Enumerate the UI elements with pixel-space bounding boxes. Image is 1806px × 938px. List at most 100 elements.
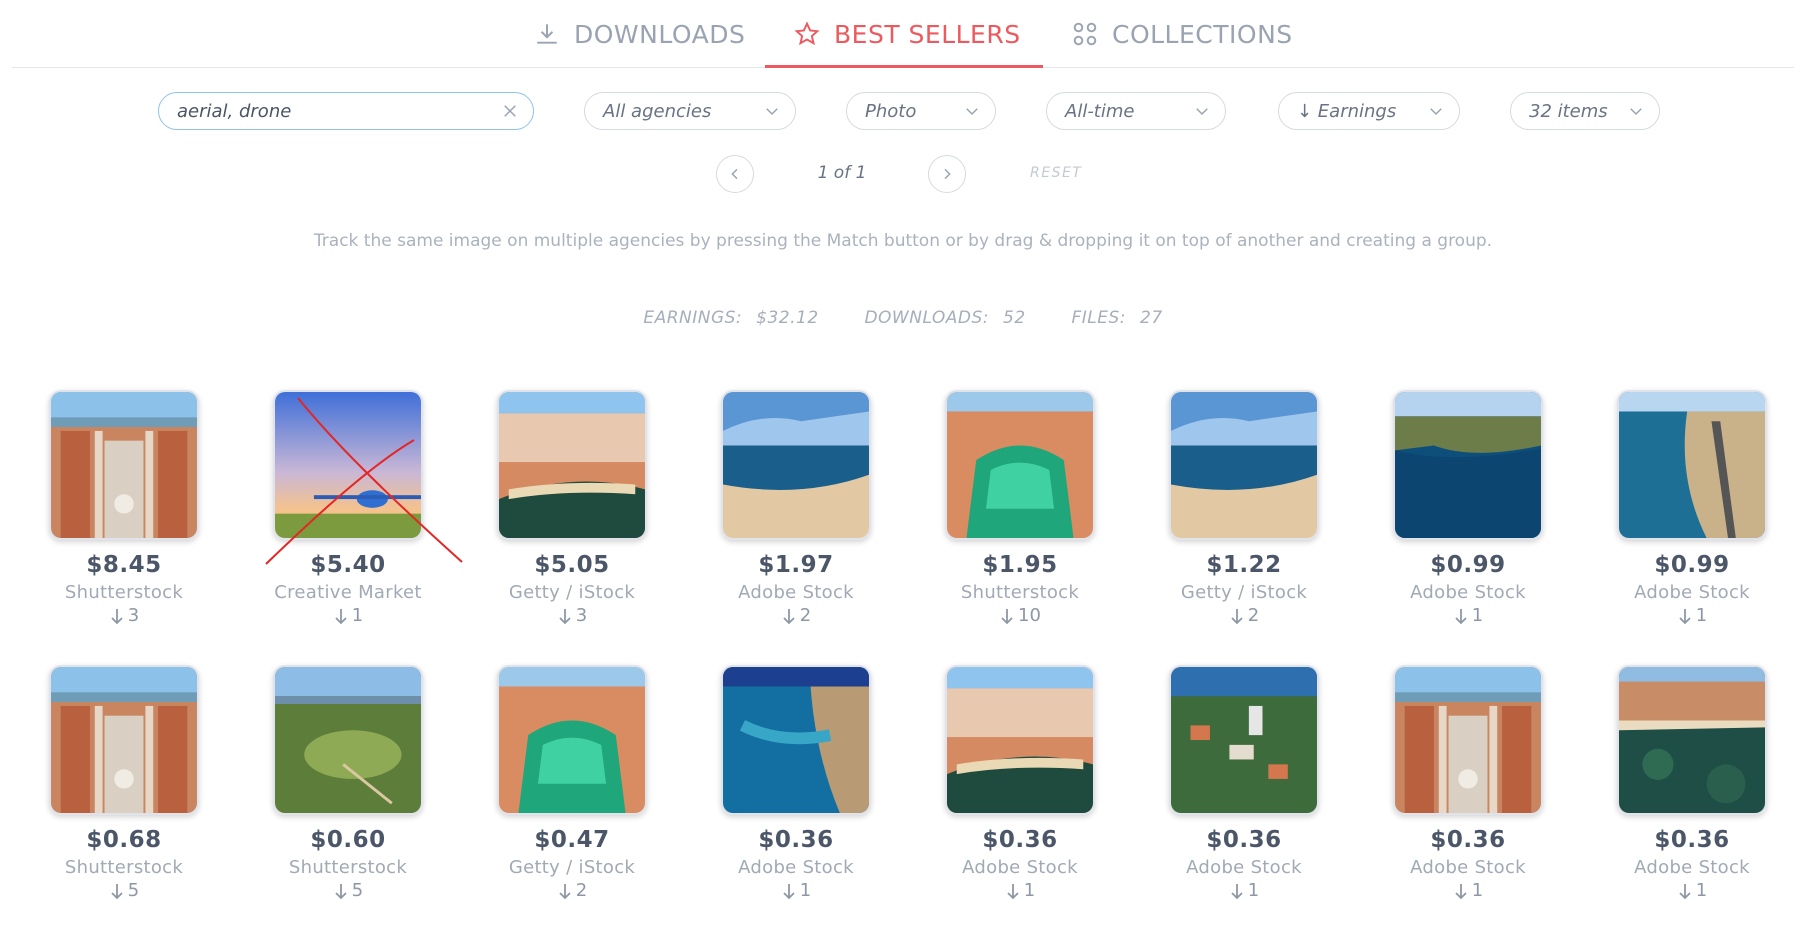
arrow-down-icon [1455,883,1467,899]
image-thumbnail[interactable] [273,665,423,815]
image-card[interactable]: $0.36 Adobe Stock 1 [1580,665,1804,901]
image-card[interactable]: $1.95 Shutterstock 10 [908,390,1132,626]
arrow-down-icon [1231,608,1243,624]
price: $0.99 [1654,552,1730,578]
image-card[interactable]: $0.36 Adobe Stock 1 [1132,665,1356,901]
previous-page-button[interactable] [716,155,754,193]
image-card[interactable]: $1.22 Getty / iStock 2 [1132,390,1356,626]
download-count-value: 2 [799,605,812,626]
download-count-value: 10 [1018,605,1041,626]
image-thumbnail[interactable] [497,390,647,540]
star-icon [794,21,820,46]
arrow-down-icon [1679,883,1691,899]
image-thumbnail[interactable] [721,390,871,540]
image-card[interactable]: $5.40 Creative Market 1 [236,390,460,626]
arrow-down-icon [1679,608,1691,624]
chevron-down-icon [1630,108,1642,116]
image-thumbnail[interactable] [1169,390,1319,540]
items-per-page-select[interactable]: 32 items [1510,92,1660,130]
close-icon[interactable] [501,102,519,120]
media-type-select[interactable]: Photo [846,92,996,130]
page-indicator: 1 of 1 [817,163,867,183]
image-thumbnail[interactable] [721,665,871,815]
price: $0.36 [758,827,834,853]
files-label: FILES: [1071,308,1127,328]
download-count: 2 [460,880,684,901]
image-thumbnail[interactable] [497,665,647,815]
download-count-value: 1 [799,880,812,901]
image-thumbnail[interactable] [1169,665,1319,815]
earnings-label: EARNINGS: [643,308,743,328]
arrow-down-icon [559,608,571,624]
image-card[interactable]: $0.47 Getty / iStock 2 [460,665,684,901]
grid-circles-icon [1073,22,1097,46]
sort-select-value: ↓ Earnings [1297,100,1397,122]
earnings-value: $32.12 [756,308,819,328]
agency-select-value: All agencies [603,100,712,122]
agency-select[interactable]: All agencies [584,92,796,130]
image-card[interactable]: $0.36 Adobe Stock 1 [908,665,1132,901]
image-card[interactable]: $0.68 Shutterstock 5 [12,665,236,901]
files-value: 27 [1140,308,1163,328]
agency-name: Shutterstock [64,582,184,603]
price: $1.22 [1206,552,1282,578]
sort-select[interactable]: ↓ Earnings [1278,92,1460,130]
image-thumbnail[interactable] [1617,390,1767,540]
tab-best-sellers-label: BEST SELLERS [834,19,1021,49]
chevron-right-icon [944,168,951,180]
price: $0.36 [982,827,1058,853]
download-count-value: 3 [575,605,588,626]
image-card[interactable]: $0.36 Adobe Stock 1 [1356,665,1580,901]
download-count: 3 [12,605,236,626]
image-thumbnail[interactable] [49,665,199,815]
tab-collections-label: COLLECTIONS [1112,19,1293,49]
search-box[interactable] [158,92,534,130]
image-thumbnail[interactable] [1393,665,1543,815]
tab-best-sellers[interactable]: BEST SELLERS [794,0,1021,68]
agency-name: Getty / iStock [1180,582,1308,603]
arrow-down-icon [783,883,795,899]
image-thumbnail[interactable] [273,390,423,540]
chevron-down-icon [766,108,778,116]
image-thumbnail[interactable] [49,390,199,540]
image-thumbnail[interactable] [1617,665,1767,815]
download-count: 1 [1132,880,1356,901]
reset-button[interactable]: RESET [1030,165,1082,181]
agency-name: Shutterstock [960,582,1080,603]
image-card[interactable]: $0.99 Adobe Stock 1 [1580,390,1804,626]
match-hint-text: Track the same image on multiple agencie… [313,231,1493,251]
arrow-down-icon [559,883,571,899]
image-card[interactable]: $8.45 Shutterstock 3 [12,390,236,626]
search-input[interactable] [177,100,501,122]
arrow-down-icon [111,883,123,899]
image-card[interactable]: $0.99 Adobe Stock 1 [1356,390,1580,626]
image-card[interactable]: $0.36 Adobe Stock 1 [684,665,908,901]
download-count-value: 1 [351,605,364,626]
download-count-value: 1 [1695,880,1708,901]
next-page-button[interactable] [928,155,966,193]
image-thumbnail[interactable] [945,390,1095,540]
arrow-down-icon [335,883,347,899]
image-thumbnail[interactable] [1393,390,1543,540]
tab-collections[interactable]: COLLECTIONS [1072,0,1293,68]
download-count-value: 5 [351,880,364,901]
image-card[interactable]: $5.05 Getty / iStock 3 [460,390,684,626]
summary-stats: EARNINGS: $32.12 DOWNLOADS: 52 FILES: 27 [0,308,1806,328]
items-per-page-value: 32 items [1529,100,1608,122]
tab-downloads-label: DOWNLOADS [574,19,746,49]
period-select[interactable]: All-time [1046,92,1226,130]
chevron-left-icon [731,168,738,180]
image-card[interactable]: $0.60 Shutterstock 5 [236,665,460,901]
image-thumbnail[interactable] [945,665,1095,815]
download-count: 2 [684,605,908,626]
image-card[interactable]: $1.97 Adobe Stock 2 [684,390,908,626]
active-tab-underline [765,65,1043,68]
agency-name: Creative Market [274,582,422,603]
arrow-down-icon [1007,883,1019,899]
download-count-value: 5 [127,880,140,901]
tab-downloads[interactable]: DOWNLOADS [534,0,745,68]
arrow-down-icon [111,608,123,624]
arrow-down-icon [335,608,347,624]
agency-name: Adobe Stock [962,857,1078,878]
price: $0.36 [1654,827,1730,853]
